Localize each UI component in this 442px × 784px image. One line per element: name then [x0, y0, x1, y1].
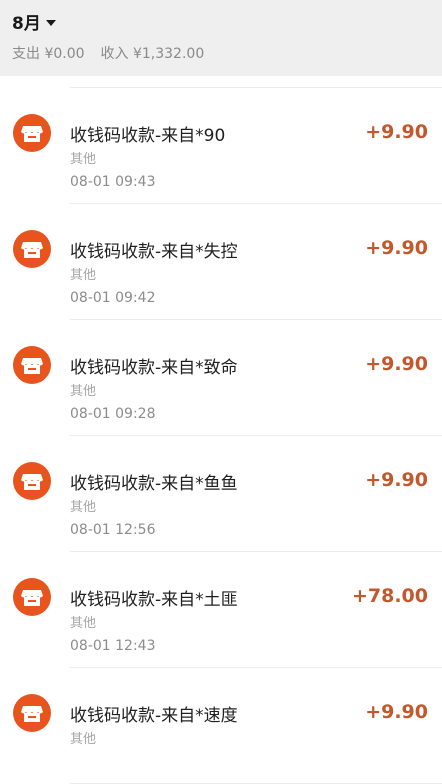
transaction-amount: +9.90	[365, 237, 428, 259]
bill-header: 8月 支出 ¥0.00 收入 ¥1,332.00	[0, 0, 442, 76]
transaction-category: 其他	[70, 732, 97, 747]
transaction-time: 08-01 12:56	[70, 522, 156, 538]
store-icon	[13, 346, 51, 384]
transaction-row[interactable]: 收钱码收款-来自*失控 其他 08-01 09:42 +9.90	[0, 204, 442, 320]
store-icon	[13, 462, 51, 500]
store-icon	[13, 230, 51, 268]
monthly-summary: 支出 ¥0.00 收入 ¥1,332.00	[12, 43, 204, 63]
transaction-category: 其他	[70, 268, 97, 283]
transaction-amount: +9.90	[365, 701, 428, 723]
transaction-title: 收钱码收款-来自*致命	[70, 358, 238, 378]
transaction-time: 08-01 12:43	[70, 638, 156, 654]
transaction-title: 收钱码收款-来自*鱼鱼	[70, 474, 238, 494]
store-icon	[13, 694, 51, 732]
transaction-row[interactable]: 收钱码收款-来自*速度 其他 +9.90	[0, 668, 442, 784]
transaction-category: 其他	[70, 384, 97, 399]
transaction-category: 其他	[70, 500, 97, 515]
transaction-amount: +9.90	[365, 121, 428, 143]
transaction-row[interactable]: 收钱码收款-来自*90 其他 08-01 09:43 +9.90	[0, 88, 442, 204]
transaction-row[interactable]: 收钱码收款-来自*鱼鱼 其他 08-01 12:56 +9.90	[0, 436, 442, 552]
transaction-time: 08-01 09:42	[70, 290, 156, 306]
store-icon	[13, 578, 51, 616]
transaction-row[interactable]: 收钱码收款-来自*土匪 其他 08-01 12:43 +78.00	[0, 552, 442, 668]
transaction-amount: +78.00	[351, 585, 428, 607]
transaction-title: 收钱码收款-来自*速度	[70, 706, 238, 726]
transaction-title: 收钱码收款-来自*失控	[70, 242, 238, 262]
transaction-time: 08-01 09:28	[70, 406, 156, 422]
store-icon	[13, 114, 51, 152]
transaction-row[interactable]: 收钱码收款-来自*致命 其他 08-01 09:28 +9.90	[0, 320, 442, 436]
transaction-title: 收钱码收款-来自*土匪	[70, 590, 238, 610]
month-selector[interactable]: 8月	[12, 9, 56, 34]
transaction-category: 其他	[70, 616, 97, 631]
income-total: 收入 ¥1,332.00	[100, 46, 205, 62]
transaction-category: 其他	[70, 152, 97, 167]
transaction-time: 08-01 09:43	[70, 174, 156, 190]
transaction-amount: +9.90	[365, 469, 428, 491]
transaction-title: 收钱码收款-来自*90	[70, 126, 226, 146]
month-label: 8月	[12, 14, 41, 34]
transaction-amount: +9.90	[365, 353, 428, 375]
caret-down-icon	[45, 19, 56, 26]
expense-total: 支出 ¥0.00	[12, 46, 85, 62]
